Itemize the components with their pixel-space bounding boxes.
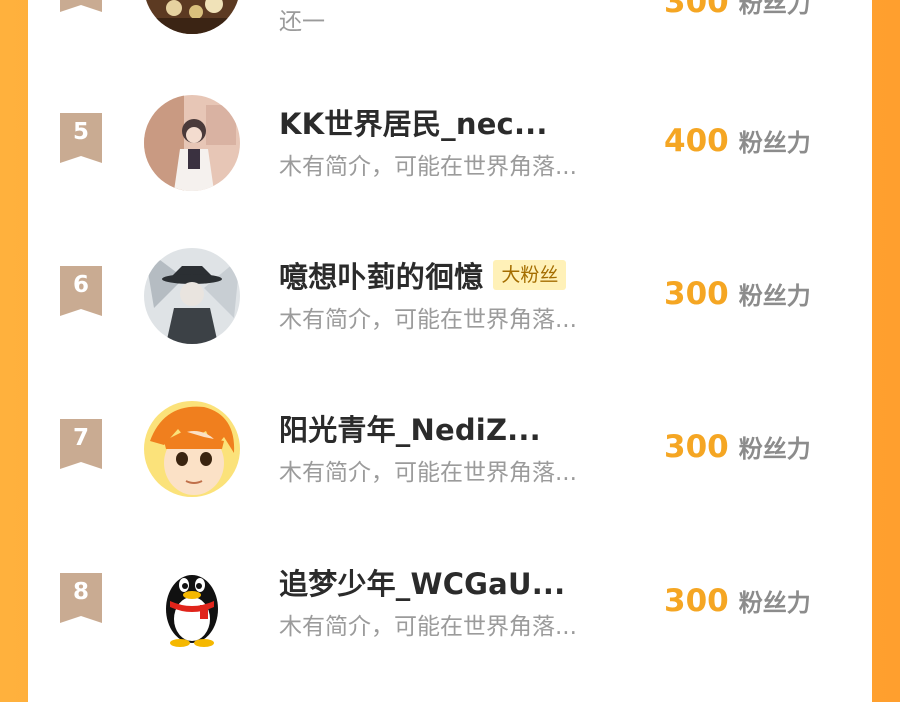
user-name-line: 噫想卟菿的徊憶 大粉丝 <box>279 254 567 296</box>
rank-number: 7 <box>72 425 89 451</box>
user-bio: 木有简介，可能在世界角落... <box>279 307 577 333</box>
user-bio: 木有简介，可能在世界角落... <box>279 614 577 640</box>
rank-number: 6 <box>72 272 89 298</box>
fan-power-score: 300 粉丝力 <box>664 276 811 312</box>
fan-power-score: 400 粉丝力 <box>664 123 811 159</box>
rank-ribbon-icon: 7 <box>60 419 102 469</box>
ranking-row-partial[interactable]: 还一 300 粉丝力 <box>28 0 872 58</box>
score-value: 400 <box>664 123 729 159</box>
penguin-avatar[interactable] <box>144 555 240 651</box>
ranking-row[interactable]: 7 阳光青年_NediZ... 木有简介，可能在世界角落... 300 粉丝力 <box>28 401 872 521</box>
rank-number: 5 <box>72 119 89 145</box>
user-bio: 木有简介，可能在世界角落... <box>279 460 577 486</box>
rank-ribbon-icon: 8 <box>60 573 102 623</box>
fan-power-score: 300 粉丝力 <box>664 429 811 465</box>
score-value: 300 <box>664 0 729 20</box>
big-fan-badge: 大粉丝 <box>493 260 567 290</box>
user-bio: 还一 <box>279 9 325 35</box>
score-unit: 粉丝力 <box>738 435 811 463</box>
score-value: 300 <box>664 276 729 312</box>
rank-number: 8 <box>72 579 89 605</box>
avatar[interactable] <box>144 95 240 191</box>
avatar[interactable] <box>144 401 240 497</box>
fan-power-score: 300 粉丝力 <box>664 583 811 619</box>
ranking-row[interactable]: 8 追梦少年_WCGaU... 木有简介，可能在世界角落... 300 粉丝力 <box>28 555 872 675</box>
rank-ribbon-icon: 6 <box>60 266 102 316</box>
user-name-line: 追梦少年_WCGaU... <box>279 563 565 601</box>
score-unit: 粉丝力 <box>738 589 811 617</box>
fan-power-score: 300 粉丝力 <box>664 0 811 20</box>
score-unit: 粉丝力 <box>738 282 811 310</box>
avatar[interactable] <box>144 0 240 34</box>
score-unit: 粉丝力 <box>738 129 811 157</box>
score-value: 300 <box>664 429 729 465</box>
avatar[interactable] <box>144 248 240 344</box>
user-name[interactable]: 噫想卟菿的徊憶 <box>279 254 483 296</box>
user-name-line: KK世界居民_nec... <box>279 103 548 141</box>
rank-ribbon-icon: 5 <box>60 113 102 163</box>
rank-ribbon-icon <box>60 0 102 40</box>
user-name[interactable]: KK世界居民_nec... <box>279 101 548 143</box>
user-name[interactable]: 追梦少年_WCGaU... <box>279 561 565 603</box>
user-name-line: 阳光青年_NediZ... <box>279 409 541 447</box>
ranking-row[interactable]: 6 噫想卟菿的徊憶 大粉丝 木有简介，可能在世界角落... 300 粉丝力 <box>28 248 872 368</box>
user-bio: 木有简介，可能在世界角落... <box>279 154 577 180</box>
score-unit: 粉丝力 <box>738 0 811 18</box>
score-value: 300 <box>664 583 729 619</box>
fan-ranking-card: 还一 300 粉丝力 5 KK世界居民_nec... 木有简介，可能在世界角落.… <box>28 0 872 702</box>
ranking-row[interactable]: 5 KK世界居民_nec... 木有简介，可能在世界角落... 400 粉丝力 <box>28 95 872 215</box>
user-name[interactable]: 阳光青年_NediZ... <box>279 407 541 449</box>
